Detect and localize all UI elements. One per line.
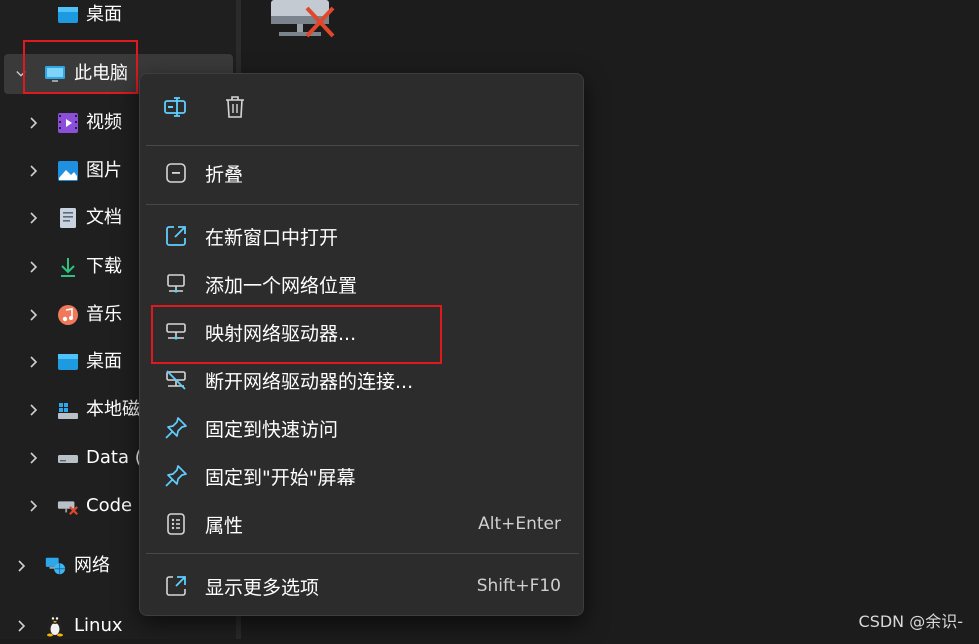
music-icon [57,304,79,326]
menu-separator [146,553,579,554]
rename-icon [163,95,189,123]
menu-item-show-more-options[interactable]: 显示更多选项 Shift+F10 [150,564,575,608]
nav-item-label: 音乐 [86,304,122,325]
menu-item-open-new-window[interactable]: 在新窗口中打开 [150,214,575,258]
menu-item-label: 属性 [205,514,244,537]
delete-button[interactable] [215,89,255,129]
menu-separator [146,204,579,205]
chevron-right-icon[interactable] [17,618,27,634]
menu-item-shortcut: Alt+Enter [478,514,561,534]
menu-item-properties[interactable]: 属性 Alt+Enter [150,502,575,546]
nav-item-label: 本地磁 [86,399,140,420]
chevron-right-icon[interactable] [29,259,39,275]
highlight-box-this-pc [23,40,138,94]
disconnect-network-drive-icon [164,368,188,392]
watermark-text: CSDN @余识- [858,612,963,631]
properties-icon [164,512,188,536]
menu-item-label: 在新窗口中打开 [205,226,339,249]
menu-item-disconnect-network-drive[interactable]: 断开网络驱动器的连接... [150,358,575,402]
delete-icon [224,95,246,123]
collapse-icon [164,161,188,185]
nav-item-label: 桌面 [86,4,122,25]
menu-item-label: 显示更多选项 [205,576,320,599]
menu-item-shortcut: Shift+F10 [476,576,561,596]
network-drive-disconnected-icon[interactable] [269,0,339,44]
nav-item-label: 文档 [86,207,122,228]
highlight-box-map-network-drive [151,305,442,364]
chevron-right-icon[interactable] [17,558,27,574]
linux-penguin-icon [44,614,66,637]
documents-icon [57,207,79,229]
local-disk-icon [57,399,79,421]
menu-item-label: 固定到"开始"屏幕 [205,466,356,489]
network-drive-disconnected-icon [57,495,79,517]
chevron-right-icon[interactable] [29,210,39,226]
desktop-icon [57,4,79,26]
nav-item-label: Linux [74,615,123,636]
chevron-right-icon[interactable] [29,498,39,514]
chevron-right-icon[interactable] [29,307,39,323]
chevron-right-icon[interactable] [29,163,39,179]
menu-item-collapse[interactable]: 折叠 [150,151,575,195]
menu-item-add-network-location[interactable]: 添加一个网络位置 [150,262,575,306]
drive-icon [57,447,79,469]
download-icon [57,256,79,278]
open-new-window-icon [164,224,188,248]
menu-separator [146,145,579,146]
pin-icon [164,416,188,440]
nav-item-label: 下载 [86,256,122,277]
nav-item-label: 视频 [86,112,122,133]
nav-item-label: Data ( [86,447,142,468]
menu-item-pin-start[interactable]: 固定到"开始"屏幕 [150,454,575,498]
nav-item-label: 图片 [86,160,122,181]
menu-item-label: 添加一个网络位置 [205,274,358,297]
chevron-right-icon[interactable] [29,115,39,131]
desktop-icon [57,351,79,373]
pictures-icon [57,160,79,182]
pin-icon [164,464,188,488]
network-icon [44,555,66,577]
add-network-location-icon [164,272,188,296]
nav-item-label: Code ( [86,495,145,516]
chevron-right-icon[interactable] [29,450,39,466]
chevron-right-icon[interactable] [29,402,39,418]
menu-item-pin-quick-access[interactable]: 固定到快速访问 [150,406,575,450]
nav-item-label: 桌面 [86,351,122,372]
menu-item-label: 断开网络驱动器的连接... [205,370,414,393]
nav-item-label: 网络 [74,555,110,576]
menu-item-label: 折叠 [205,163,244,186]
chevron-right-icon[interactable] [29,354,39,370]
nav-item-desktop-top[interactable]: 桌面 [0,0,236,33]
rename-button[interactable] [156,89,196,129]
menu-item-label: 固定到快速访问 [205,418,339,441]
video-icon [57,112,79,134]
show-more-options-icon [164,574,188,598]
